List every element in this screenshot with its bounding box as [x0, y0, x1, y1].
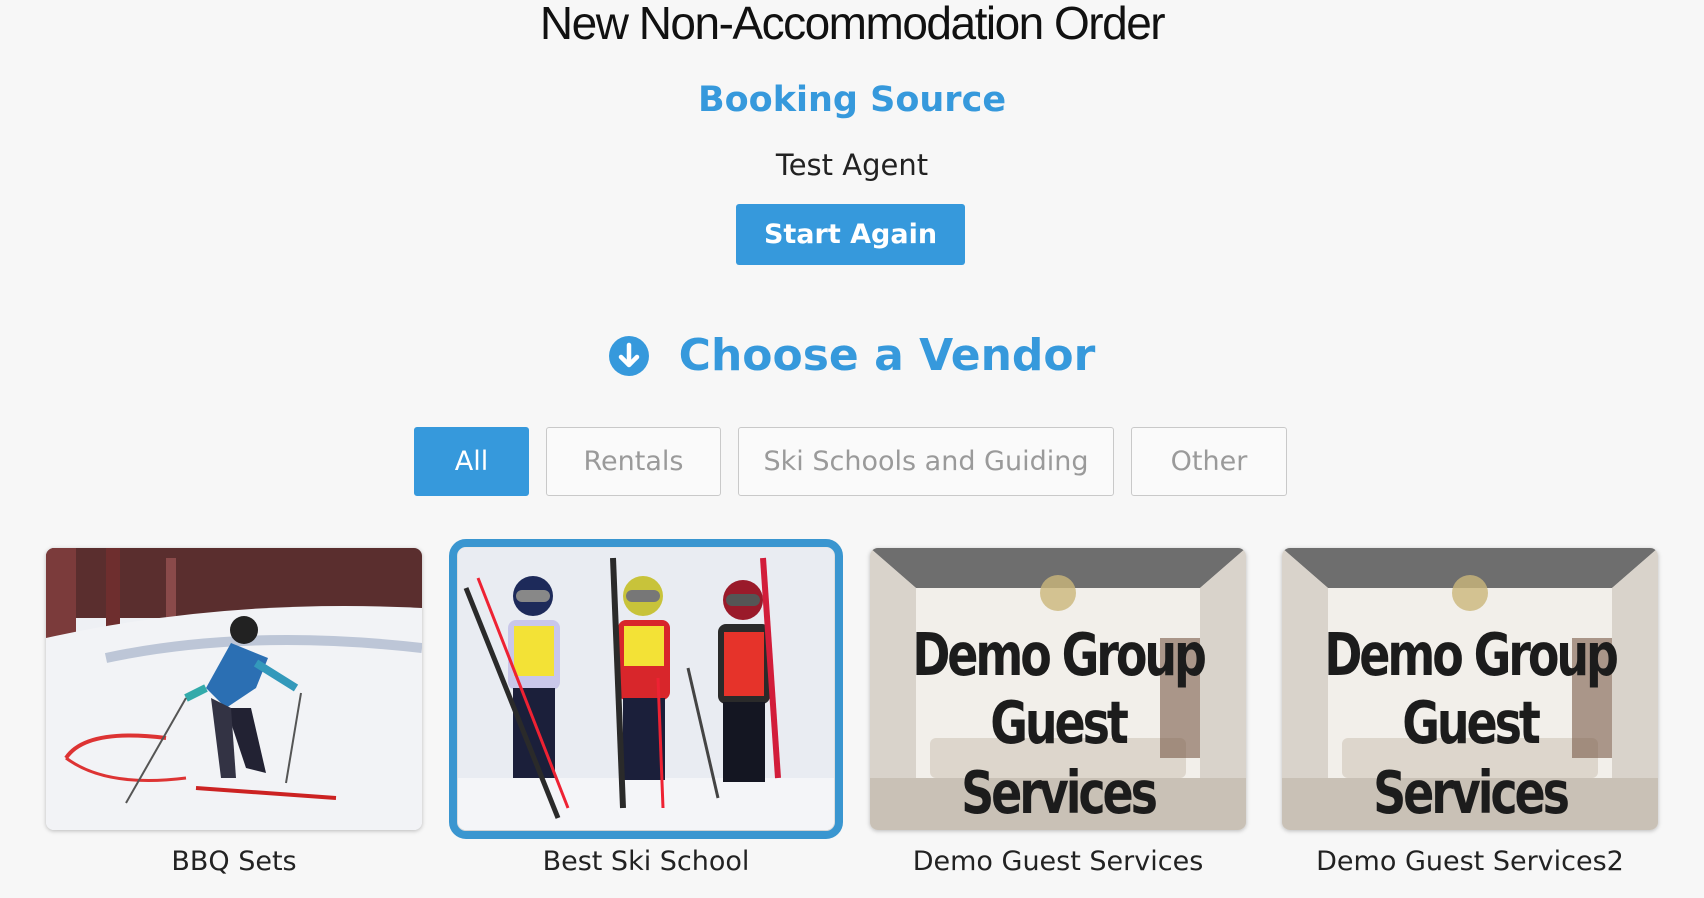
kids-with-skis-photo: [449, 539, 843, 839]
vendor-card-bbq-sets[interactable]: BBQ Sets: [46, 548, 422, 877]
filter-other[interactable]: Other: [1131, 427, 1287, 496]
booking-source-heading: Booking Source: [697, 80, 1007, 120]
vendor-name: Demo Guest Services2: [1316, 846, 1624, 877]
banner-text-line-1: Demo Group: [1324, 620, 1619, 689]
vendor-card-demo-guest-services2[interactable]: Demo Group Guest Services Demo Guest Ser…: [1282, 548, 1658, 877]
vendor-card-best-ski-school[interactable]: Best Ski School: [449, 539, 843, 877]
arrow-down-circle-icon: [608, 335, 649, 376]
choose-vendor-title: Choose a Vendor: [678, 330, 1096, 381]
banner-text-line-1: Demo Group: [912, 620, 1207, 689]
filter-ski-schools-and-guiding[interactable]: Ski Schools and Guiding: [738, 427, 1114, 496]
vendor-filter-bar: All Rentals Ski Schools and Guiding Othe…: [0, 427, 1704, 496]
vendor-name: BBQ Sets: [171, 846, 297, 877]
start-again-button[interactable]: Start Again: [736, 204, 965, 265]
page-title: New Non-Accommodation Order: [539, 0, 1166, 49]
vendor-card-demo-guest-services[interactable]: Demo Group Guest Services Demo Guest Ser…: [870, 548, 1246, 877]
demo-group-guest-services-banner: Demo Group Guest Services: [870, 548, 1246, 830]
skier-racing-photo: [46, 548, 422, 830]
banner-text-line-2: Guest Services: [961, 688, 1158, 827]
booking-source-value: Test Agent: [775, 148, 929, 182]
filter-all[interactable]: All: [414, 427, 529, 496]
demo-group-guest-services-banner: Demo Group Guest Services: [1282, 548, 1658, 830]
vendor-name: Demo Guest Services: [912, 846, 1204, 877]
filter-rentals[interactable]: Rentals: [546, 427, 721, 496]
banner-text-line-2: Guest Services: [1373, 688, 1570, 827]
choose-vendor-heading: Choose a Vendor: [0, 330, 1704, 381]
vendor-name: Best Ski School: [542, 846, 750, 877]
